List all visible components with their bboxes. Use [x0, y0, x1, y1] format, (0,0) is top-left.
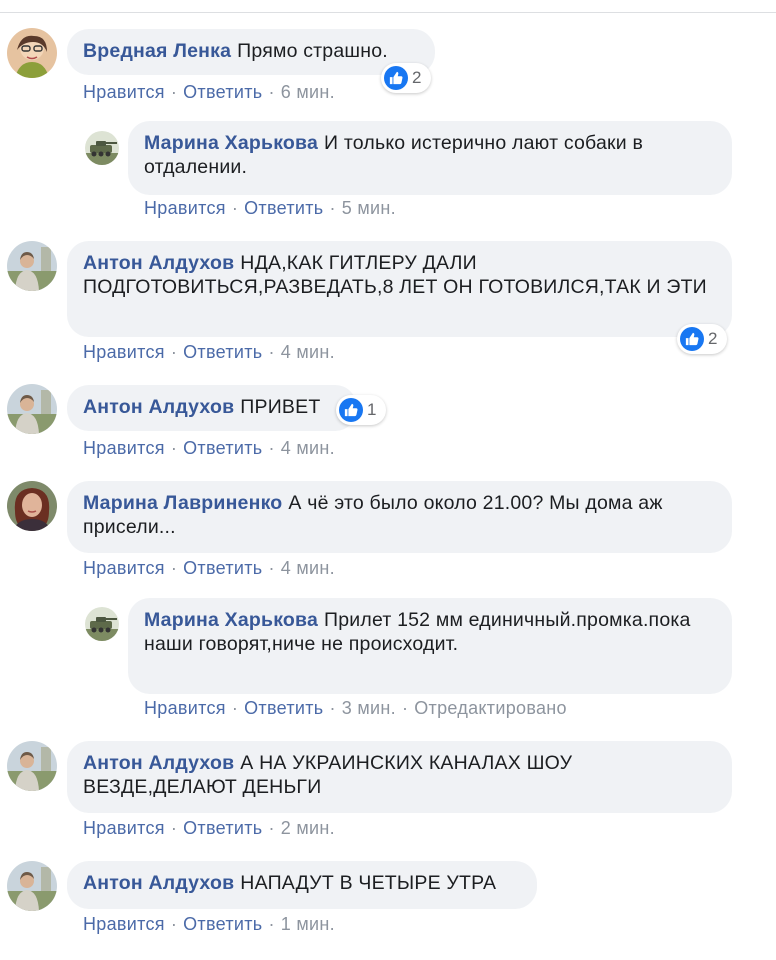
comment-bubble: Антон Алдухов ПРИВЕТ — [67, 385, 357, 431]
like-link[interactable]: Нравится — [83, 82, 165, 102]
comment-meta: Нравится · Ответить · 2 мин. — [83, 818, 335, 838]
comment-time[interactable]: 3 мин. — [342, 698, 396, 718]
comment-bubble: Марина Харькова Прилет 152 мм единичный.п… — [128, 598, 732, 694]
reaction-count[interactable]: 2 — [381, 63, 431, 93]
comment-meta: Нравится · Ответить · 4 мин. — [83, 438, 335, 458]
like-link[interactable]: Нравится — [144, 198, 226, 218]
comment-bubble: Антон Алдухов НДА,КАК ГИТЛЕРУ ДАЛИ ПОДГОТ… — [67, 241, 732, 337]
comment-time[interactable]: 5 мин. — [342, 198, 396, 218]
avatar[interactable] — [7, 28, 57, 78]
reply-link[interactable]: Ответить — [244, 198, 323, 218]
like-link[interactable]: Нравится — [83, 818, 165, 838]
comment-author[interactable]: Марина Харькова — [144, 132, 318, 154]
comment-time[interactable]: 6 мин. — [281, 82, 335, 102]
avatar[interactable] — [7, 741, 57, 791]
comment-author[interactable]: Антон Алдухов — [83, 872, 234, 894]
reaction-number: 2 — [412, 68, 422, 87]
reply-link[interactable]: Ответить — [183, 82, 262, 102]
comment-bubble: Антон Алдухов НАПАДУТ В ЧЕТЫРЕ УТРА — [67, 861, 537, 909]
comment-bubble: Антон Алдухов А НА УКРАИНСКИХ КАНАЛАХ ШОУ… — [67, 741, 732, 813]
reply-link[interactable]: Ответить — [183, 438, 262, 458]
like-icon — [339, 398, 363, 422]
comment-text: ПРИВЕТ — [240, 396, 321, 418]
comment-bubble: Марина Харькова И только истерично лают с… — [128, 121, 732, 195]
comment-bubble: Вредная Ленка Прямо страшно. — [67, 29, 435, 75]
comment-text: Прямо страшно. — [237, 40, 388, 62]
comment-meta: Нравится · Ответить · 1 мин. — [83, 914, 335, 934]
like-link[interactable]: Нравится — [83, 342, 165, 362]
avatar[interactable] — [85, 131, 119, 165]
reaction-number: 2 — [708, 329, 718, 348]
comment-meta: Нравится · Ответить · 6 мин. — [83, 82, 335, 102]
like-icon — [680, 327, 704, 351]
avatar[interactable] — [7, 481, 57, 531]
reply-link[interactable]: Ответить — [183, 558, 262, 578]
comment-time[interactable]: 4 мин. — [281, 342, 335, 362]
reply-link[interactable]: Ответить — [183, 342, 262, 362]
reply-link[interactable]: Ответить — [183, 914, 262, 934]
avatar[interactable] — [7, 861, 57, 911]
comment-meta: Нравится · Ответить · 4 мин. — [83, 558, 335, 578]
comment-author[interactable]: Вредная Ленка — [83, 40, 231, 62]
like-link[interactable]: Нравится — [144, 698, 226, 718]
comment-author[interactable]: Антон Алдухов — [83, 396, 234, 418]
like-link[interactable]: Нравится — [83, 558, 165, 578]
reaction-count[interactable]: 1 — [336, 395, 386, 425]
comment-time[interactable]: 4 мин. — [281, 558, 335, 578]
reply-link[interactable]: Ответить — [244, 698, 323, 718]
edited-label[interactable]: Отредактировано — [414, 698, 567, 718]
comment-meta: Нравится · Ответить · 5 мин. — [144, 198, 396, 218]
comment-time[interactable]: 4 мин. — [281, 438, 335, 458]
reaction-number: 1 — [367, 400, 377, 419]
like-link[interactable]: Нравится — [83, 438, 165, 458]
avatar[interactable] — [85, 607, 119, 641]
comment-author[interactable]: Марина Харькова — [144, 609, 318, 631]
top-divider — [0, 12, 776, 13]
comment-author[interactable]: Марина Лавриненко — [83, 492, 282, 514]
avatar[interactable] — [7, 384, 57, 434]
comment-author[interactable]: Антон Алдухов — [83, 252, 234, 274]
reaction-count[interactable]: 2 — [677, 324, 727, 354]
like-link[interactable]: Нравится — [83, 914, 165, 934]
comment-text: НАПАДУТ В ЧЕТЫРЕ УТРА — [240, 872, 497, 894]
comment-time[interactable]: 2 мин. — [281, 818, 335, 838]
comment-meta: Нравится · Ответить · 3 мин. · Отредактировано — [144, 698, 567, 718]
reply-link[interactable]: Ответить — [183, 818, 262, 838]
comment-meta: Нравится · Ответить · 4 мин. — [83, 342, 335, 362]
comment-author[interactable]: Антон Алдухов — [83, 752, 234, 774]
comment-bubble: Марина Лавриненко А чё это было около 21.… — [67, 481, 732, 553]
comment-time[interactable]: 1 мин. — [281, 914, 335, 934]
avatar[interactable] — [7, 241, 57, 291]
like-icon — [384, 66, 408, 90]
